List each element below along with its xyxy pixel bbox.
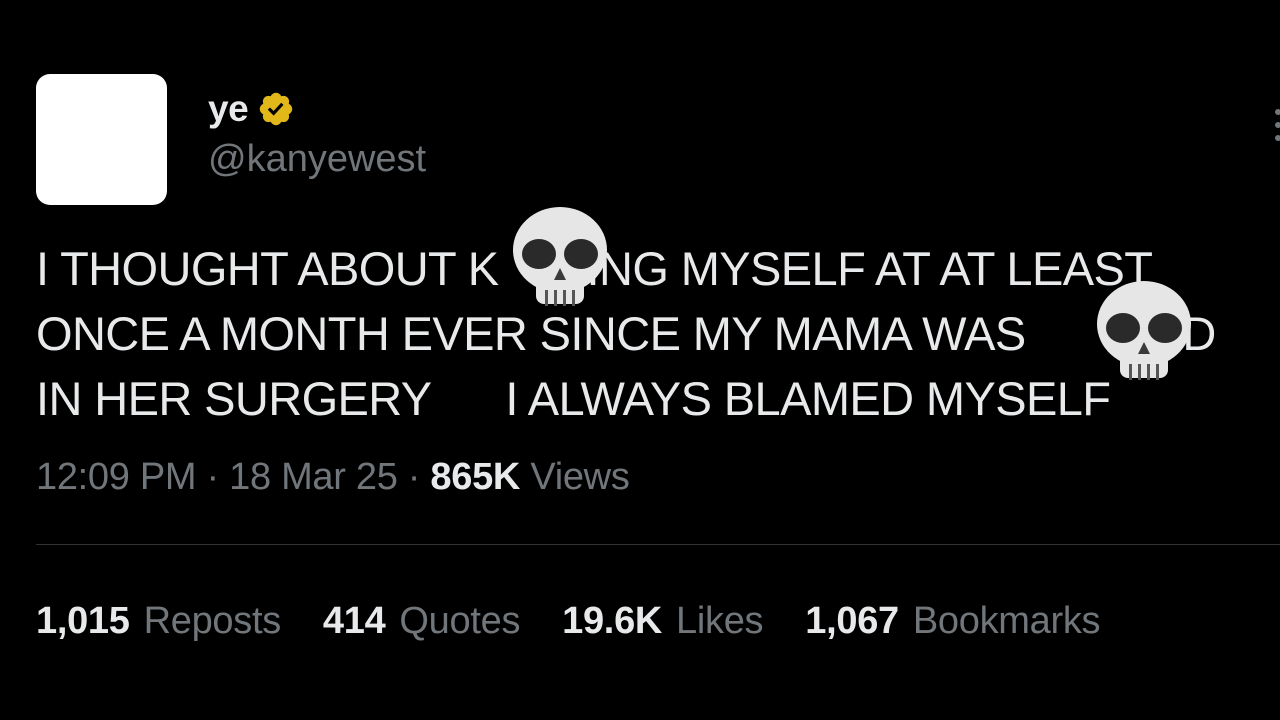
author-name-row: ye [208,86,295,132]
likes-label: Likes [676,600,764,642]
views-count: 865K [430,456,521,498]
engagement-stats: 1,015 Reposts 414 Quotes 19.6K Likes 1,0… [36,596,1101,646]
reposts-count: 1,015 [36,600,130,642]
author-handle[interactable]: @kanyewest [208,136,426,182]
tweet-meta: 12:09 PM · 18 Mar 25 · 865K Views [36,452,630,502]
tweet-line-2: ONCE A MONTH EVER SINCE MY MAMA WAS LED [36,301,1276,366]
skull-icon [1097,281,1191,380]
avatar[interactable] [36,74,167,205]
likes-stat[interactable]: 19.6K Likes [562,596,763,646]
tweet-line-3: IN HER SURGERY I ALWAYS BLAMED MYSELF [36,372,1111,425]
tweet-date[interactable]: 18 Mar 25 [229,456,398,498]
meta-separator: · [196,456,230,498]
author-display-name[interactable]: ye [208,86,249,132]
more-options-icon[interactable] [1270,100,1280,150]
reposts-stat[interactable]: 1,015 Reposts [36,596,281,646]
likes-count: 19.6K [562,600,663,642]
tweet-line-1: I THOUGHT ABOUT K ING MYSELF AT AT LEAST [36,236,1276,301]
tweet-line-2-part-1: ONCE A MONTH EVER SINCE MY MAMA WAS [36,307,1039,360]
tweet-text: I THOUGHT ABOUT K ING MYSELF AT AT LEAST … [36,236,1276,431]
tweet-line-1-part-2: ING MYSELF AT AT LEAST [586,242,1153,295]
quotes-label: Quotes [399,600,521,642]
meta-separator: · [397,456,431,498]
skull-icon [513,207,607,306]
views-label: Views [530,456,630,498]
quotes-count: 414 [322,600,386,642]
divider [36,544,1280,545]
bookmarks-count: 1,067 [805,600,899,642]
quotes-stat[interactable]: 414 Quotes [322,596,521,646]
reposts-label: Reposts [143,600,282,642]
bookmarks-stat[interactable]: 1,067 Bookmarks [805,596,1100,646]
verified-badge-icon [259,92,293,126]
bookmarks-label: Bookmarks [912,600,1101,642]
tweet-time[interactable]: 12:09 PM [36,456,197,498]
tweet-line-1-part-1: I THOUGHT ABOUT K [36,242,499,295]
